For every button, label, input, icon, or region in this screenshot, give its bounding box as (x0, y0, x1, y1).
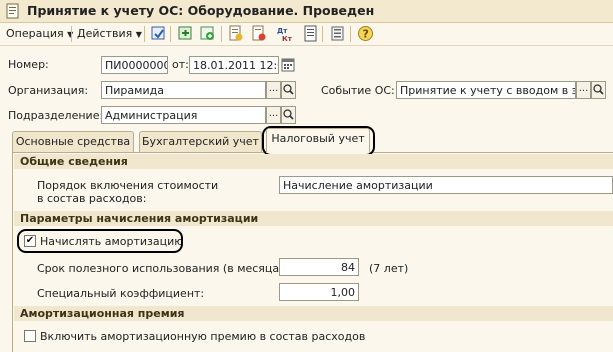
svg-text:?: ? (363, 28, 369, 41)
structure-icon[interactable] (302, 25, 319, 42)
tab-accounting[interactable]: Бухгалтерский учет (139, 131, 262, 152)
toolbar-separator (170, 26, 171, 42)
date-label: от: (172, 58, 189, 71)
section-depreciation-params: Параметры начисления амортизации (14, 211, 613, 226)
dropdown-arrow-icon: ▼ (135, 30, 142, 39)
search-icon[interactable] (281, 106, 296, 124)
useful-life-field[interactable]: 84 (279, 258, 359, 276)
date-field[interactable]: 18.01.2011 12:00: (189, 56, 279, 74)
department-field[interactable]: Администрация (101, 106, 266, 124)
dt-kt-icon[interactable]: Дт Кт (276, 25, 293, 42)
checkbox-highlight-oval (17, 229, 183, 253)
tab-tax-accounting[interactable]: Налоговый учет (266, 128, 370, 153)
toolbar-separator (221, 26, 222, 42)
useful-life-hint: (7 лет) (369, 262, 409, 275)
doc-edit-icon[interactable] (250, 25, 267, 42)
event-label: Событие ОС: (321, 84, 395, 97)
event-field[interactable]: Принятие к учету с вводом в экспл (396, 81, 576, 99)
operations-menu-button[interactable]: Операция ▼ (6, 26, 73, 42)
event-select-button[interactable]: ... (576, 81, 591, 99)
organization-label: Организация: (8, 84, 89, 97)
section-general: Общие сведения (14, 154, 613, 169)
doc-icon[interactable] (227, 25, 244, 42)
special-coefficient-field[interactable]: 1,00 (279, 283, 359, 301)
list-icon[interactable] (329, 25, 346, 42)
toolbar-separator (322, 26, 323, 42)
toolbar-separator (144, 26, 145, 42)
organization-field[interactable]: Пирамида (101, 81, 266, 99)
svg-text:Дт: Дт (277, 27, 288, 35)
operations-menu-label: Операция (6, 27, 64, 40)
special-coefficient-label: Специальный коэффициент: (37, 287, 205, 300)
organization-select-button[interactable]: ... (266, 81, 281, 99)
department-select-button[interactable]: ... (266, 106, 281, 124)
post-icon[interactable] (150, 25, 167, 42)
calendar-icon[interactable] (281, 57, 295, 73)
department-label: Подразделение: (8, 109, 104, 122)
search-icon[interactable] (591, 81, 606, 99)
inclusion-order-label-line2: в состав расходов: (37, 192, 147, 205)
toolbar-separator (350, 26, 351, 42)
add-icon[interactable] (199, 25, 216, 42)
toolbar-separator (71, 26, 72, 42)
number-field[interactable]: ПИ00000000 (101, 56, 168, 74)
copy-icon[interactable] (177, 25, 194, 42)
inclusion-order-label-line1: Порядок включения стоимости (37, 179, 219, 192)
number-label: Номер: (8, 58, 49, 71)
tab-fixed-assets[interactable]: Основные средства (12, 131, 134, 152)
actions-menu-label: Действия (77, 27, 133, 40)
window-title: Принятие к учету ОС: Оборудование. Прове… (27, 3, 375, 18)
actions-menu-button[interactable]: Действия ▼ (77, 26, 142, 42)
help-icon[interactable]: ? (357, 25, 374, 42)
inclusion-order-field[interactable]: Начисление амортизации (279, 176, 613, 194)
document-app-icon (6, 3, 19, 19)
include-bonus-label: Включить амортизационную премию в состав… (40, 330, 366, 343)
svg-text:Кт: Кт (282, 35, 293, 42)
useful-life-label: Срок полезного использования (в месяцах)… (37, 262, 294, 275)
section-depreciation-bonus: Амортизационная премия (14, 306, 613, 321)
search-icon[interactable] (281, 81, 296, 99)
include-bonus-checkbox[interactable] (24, 330, 36, 342)
